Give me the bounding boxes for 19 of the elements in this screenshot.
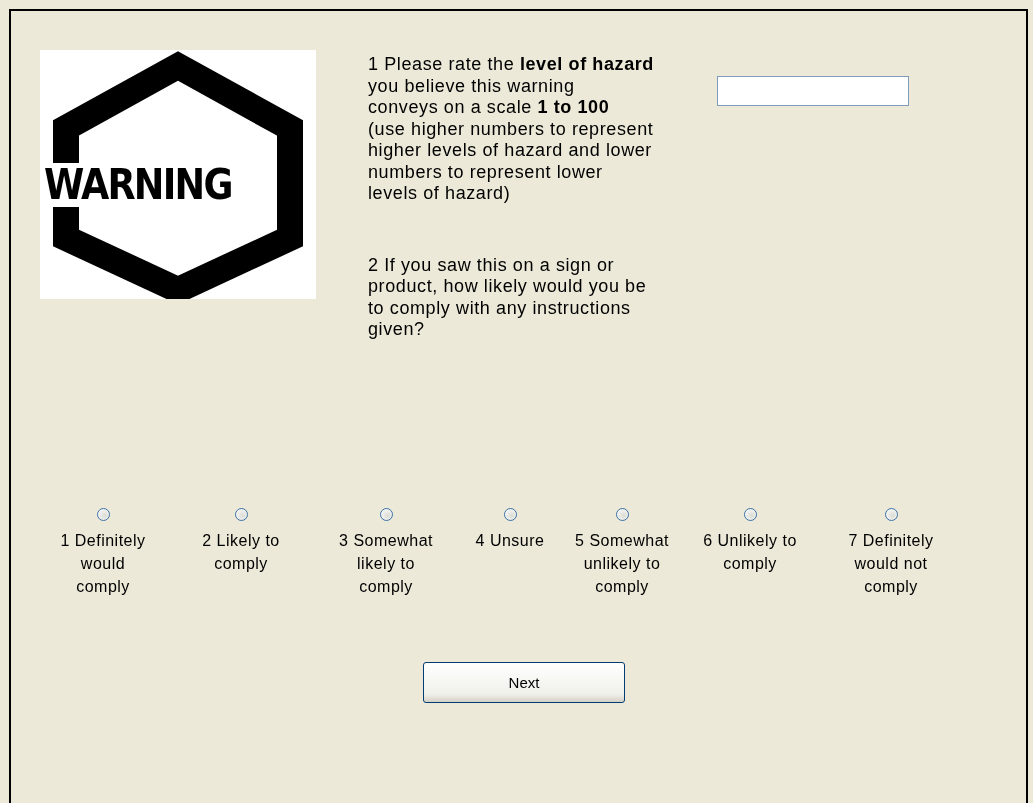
radio-button[interactable] (96, 508, 110, 521)
option-label[interactable]: 7 Definitely would not comply (834, 529, 948, 598)
option-label[interactable]: 3 Somewhat likely to comply (329, 529, 443, 598)
question-text: 1 Please rate the level of hazard you believe this warning conveys on a scale 1 to 100 (use higher numbers to represent higher levels of hazard and lower numbers to represent lower levels of hazard) (368, 54, 655, 205)
option-label[interactable]: 6 Unlikely to comply (693, 529, 807, 575)
option-label[interactable]: 4 Unsure (453, 529, 567, 552)
question-text: 2 If you saw this on a sign or product, how likely would you be to comply with any instructions given? (368, 254, 648, 341)
option-label[interactable]: 1 Definitely would comply (46, 529, 160, 598)
radio-button[interactable] (743, 508, 757, 521)
radio-button[interactable] (503, 508, 517, 521)
radio-button[interactable] (379, 508, 393, 521)
radio-button[interactable] (615, 508, 629, 521)
next-button[interactable]: Next (423, 662, 625, 703)
radio-button[interactable] (234, 508, 248, 521)
option-label[interactable]: 2 Likely to comply (184, 529, 298, 575)
option-label[interactable]: 5 Somewhat unlikely to comply (565, 529, 679, 598)
radio-button[interactable] (884, 508, 898, 521)
answer-field[interactable] (717, 76, 909, 106)
warning-label: WARNING (44, 163, 232, 207)
